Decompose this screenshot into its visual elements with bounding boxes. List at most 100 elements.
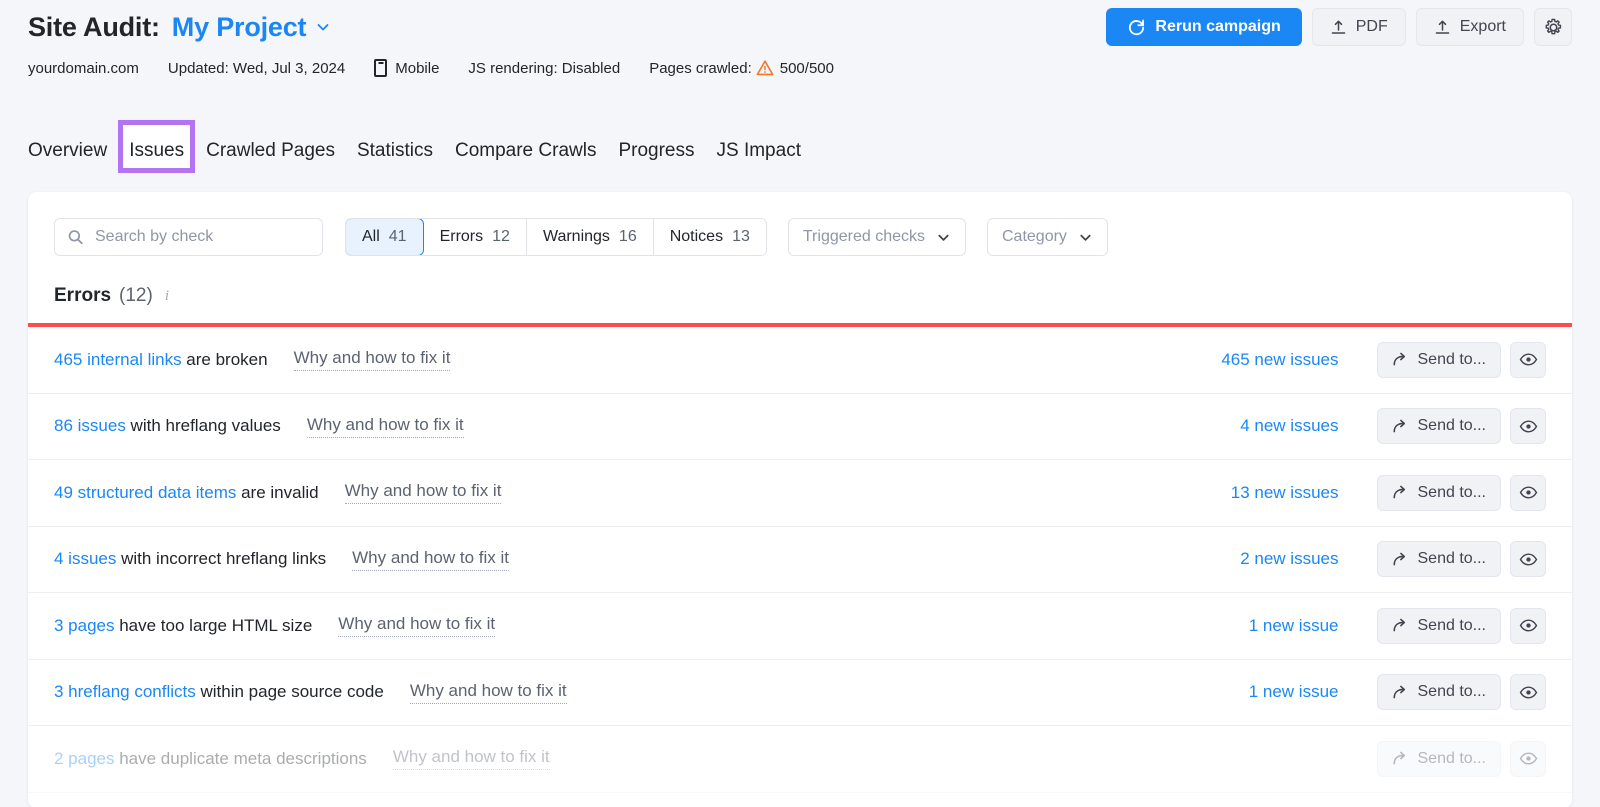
segment-warnings[interactable]: Warnings 16	[527, 219, 654, 255]
send-to-button[interactable]: Send to...	[1377, 674, 1502, 710]
segment-label: All	[362, 228, 380, 246]
tab-crawled-pages[interactable]: Crawled Pages	[195, 141, 346, 174]
category-dropdown[interactable]: Category	[987, 218, 1108, 256]
issue-description: 3 hreflang conflicts within page source …	[54, 682, 384, 702]
tab-issues[interactable]: Issues	[118, 141, 195, 174]
why-and-how-to-fix-link[interactable]: Why and how to fix it	[338, 614, 495, 637]
toggle-visibility-button[interactable]	[1510, 475, 1546, 511]
segment-label: Errors	[440, 228, 484, 246]
search-icon	[67, 229, 84, 246]
issues-card: All 41 Errors 12 Warnings 16 Notices 13 …	[28, 192, 1572, 807]
triggered-checks-dropdown[interactable]: Triggered checks	[788, 218, 966, 256]
tab-label: Issues	[129, 140, 184, 161]
segment-errors[interactable]: Errors 12	[424, 219, 527, 255]
table-row[interactable]: 4 issues with incorrect hreflang links W…	[28, 527, 1572, 594]
toggle-visibility-button[interactable]	[1510, 741, 1546, 777]
segment-count: 41	[389, 228, 407, 246]
why-and-how-to-fix-link[interactable]: Why and how to fix it	[410, 681, 567, 704]
chevron-down-icon	[1078, 230, 1093, 245]
section-title: Errors	[54, 285, 111, 307]
page-title: Site Audit:	[28, 12, 160, 43]
table-row[interactable]: 3 pages have too large HTML size Why and…	[28, 593, 1572, 660]
issue-rest: with incorrect hreflang links	[116, 549, 326, 568]
new-issues-link[interactable]: 1 new issue	[1249, 682, 1339, 702]
send-to-button[interactable]: Send to...	[1377, 608, 1502, 644]
issue-link[interactable]: 2 pages	[54, 749, 115, 768]
why-and-how-to-fix-link[interactable]: Why and how to fix it	[393, 747, 550, 770]
new-issues-link[interactable]: 13 new issues	[1231, 483, 1339, 503]
errors-section-header: Errors (12) i	[28, 283, 1572, 309]
tab-label: Progress	[618, 140, 694, 161]
why-and-how-to-fix-link[interactable]: Why and how to fix it	[345, 481, 502, 504]
eye-icon	[1519, 749, 1538, 768]
new-issues-link[interactable]: 2 new issues	[1240, 549, 1338, 569]
export-label: Export	[1460, 18, 1506, 36]
rerun-campaign-button[interactable]: Rerun campaign	[1106, 8, 1301, 46]
why-and-how-to-fix-link[interactable]: Why and how to fix it	[352, 548, 509, 571]
issue-type-segmented-control: All 41 Errors 12 Warnings 16 Notices 13	[345, 218, 767, 256]
table-row[interactable]: 49 structured data items are invalid Why…	[28, 460, 1572, 527]
send-to-button[interactable]: Send to...	[1377, 475, 1502, 511]
segment-notices[interactable]: Notices 13	[654, 219, 766, 255]
tab-progress[interactable]: Progress	[607, 141, 705, 174]
toggle-visibility-button[interactable]	[1510, 408, 1546, 444]
issue-rest: are broken	[182, 350, 268, 369]
triggered-checks-label: Triggered checks	[803, 228, 925, 246]
new-issues-link[interactable]: 1 new issue	[1249, 616, 1339, 636]
new-issues-link[interactable]: 465 new issues	[1221, 350, 1338, 370]
segment-count: 13	[732, 228, 750, 246]
issue-link[interactable]: 86 issues	[54, 416, 126, 435]
export-button[interactable]: Export	[1416, 8, 1524, 46]
toggle-visibility-button[interactable]	[1510, 608, 1546, 644]
eye-icon	[1519, 417, 1538, 436]
issue-link[interactable]: 465 internal links	[54, 350, 182, 369]
settings-button[interactable]	[1534, 8, 1572, 46]
share-arrow-icon	[1392, 617, 1409, 634]
chevron-down-icon	[936, 230, 951, 245]
section-count: (12)	[119, 285, 153, 307]
pdf-label: PDF	[1356, 18, 1388, 36]
filter-bar: All 41 Errors 12 Warnings 16 Notices 13 …	[28, 192, 1572, 256]
chevron-down-icon[interactable]	[315, 19, 331, 35]
row-actions: Send to...	[1377, 608, 1547, 644]
row-actions: Send to...	[1377, 475, 1547, 511]
eye-icon	[1519, 350, 1538, 369]
search-input[interactable]	[54, 218, 323, 256]
page-header: Site Audit: My Project yourdomain.com Up…	[0, 0, 1600, 112]
issue-link[interactable]: 4 issues	[54, 549, 116, 568]
new-issues-link[interactable]: 4 new issues	[1240, 416, 1338, 436]
issue-link[interactable]: 3 hreflang conflicts	[54, 682, 196, 701]
toggle-visibility-button[interactable]	[1510, 342, 1546, 378]
table-row[interactable]: 2 pages have duplicate meta descriptions…	[28, 726, 1572, 793]
segment-all[interactable]: All 41	[345, 218, 424, 256]
segment-label: Notices	[670, 228, 723, 246]
tab-overview[interactable]: Overview	[28, 141, 118, 174]
pdf-button[interactable]: PDF	[1312, 8, 1406, 46]
table-row[interactable]: 86 issues with hreflang values Why and h…	[28, 394, 1572, 461]
toggle-visibility-button[interactable]	[1510, 674, 1546, 710]
send-to-button[interactable]: Send to...	[1377, 741, 1502, 777]
send-to-label: Send to...	[1418, 417, 1487, 435]
send-to-button[interactable]: Send to...	[1377, 342, 1502, 378]
share-arrow-icon	[1392, 684, 1409, 701]
tab-statistics[interactable]: Statistics	[346, 141, 444, 174]
why-and-how-to-fix-link[interactable]: Why and how to fix it	[307, 415, 464, 438]
tab-label: Compare Crawls	[455, 140, 596, 161]
tab-js-impact[interactable]: JS Impact	[706, 141, 812, 174]
table-row[interactable]: 465 internal links are broken Why and ho…	[28, 327, 1572, 394]
updated-label: Updated: Wed, Jul 3, 2024	[168, 60, 345, 77]
toggle-visibility-button[interactable]	[1510, 541, 1546, 577]
table-row[interactable]: 3 hreflang conflicts within page source …	[28, 660, 1572, 727]
project-name-link[interactable]: My Project	[172, 12, 307, 43]
issue-link[interactable]: 49 structured data items	[54, 483, 236, 502]
tab-label: Statistics	[357, 140, 433, 161]
why-and-how-to-fix-link[interactable]: Why and how to fix it	[294, 348, 451, 371]
send-to-button[interactable]: Send to...	[1377, 541, 1502, 577]
tab-compare-crawls[interactable]: Compare Crawls	[444, 141, 607, 174]
send-to-button[interactable]: Send to...	[1377, 408, 1502, 444]
eye-icon	[1519, 483, 1538, 502]
info-icon[interactable]: i	[165, 288, 169, 305]
search-field	[54, 218, 323, 256]
share-arrow-icon	[1392, 484, 1409, 501]
issue-link[interactable]: 3 pages	[54, 616, 115, 635]
